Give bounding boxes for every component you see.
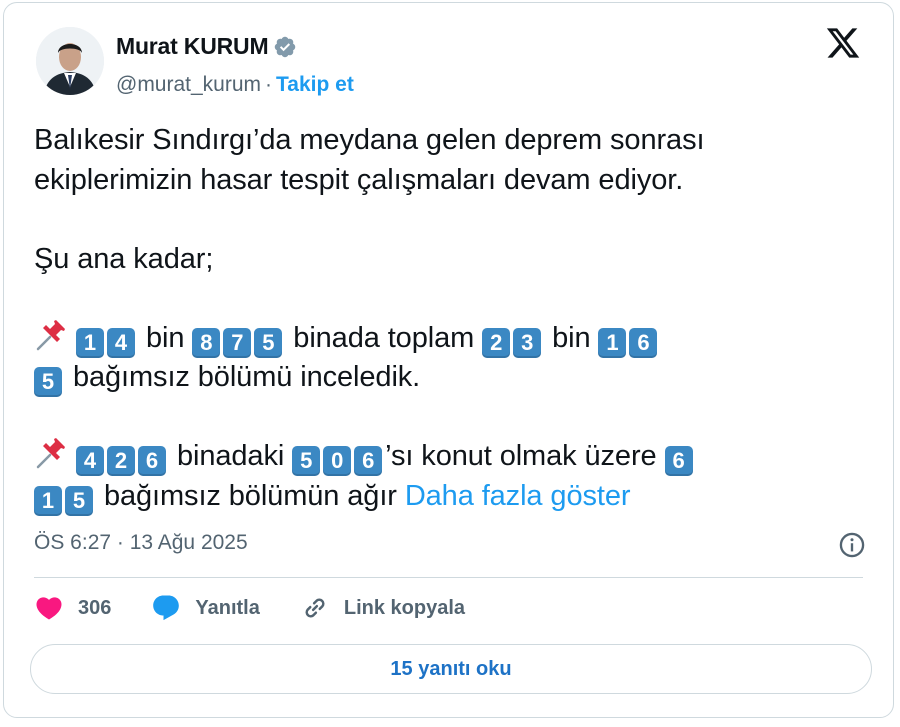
separator-dot: · — [265, 73, 273, 96]
keycap-group: 23 — [482, 322, 544, 358]
tweet-timestamp[interactable]: ÖS 6:27 · 13 Ağu 2025 — [34, 531, 248, 555]
keycap-digit: 1 — [598, 327, 627, 358]
copy-link-button[interactable]: Link kopyala — [300, 593, 465, 623]
keycap-digit: 5 — [65, 485, 93, 516]
keycap-digit: 4 — [107, 327, 135, 358]
author-handle[interactable]: @murat_kurum — [116, 73, 261, 97]
keycap-group: 15 — [34, 480, 96, 516]
author-name[interactable]: Murat KURUM — [116, 33, 269, 60]
tweet-text: Balıkesir Sındırgı’da meydana gelen depr… — [34, 121, 864, 516]
keycap-group: 506 — [292, 440, 385, 476]
like-count: 306 — [78, 596, 112, 619]
tweet-text-segment: binadaki — [169, 440, 293, 472]
keycap-digit: 5 — [292, 446, 321, 476]
keycap-digit: 3 — [513, 327, 542, 358]
divider — [34, 577, 863, 578]
like-button[interactable]: 306 — [34, 593, 111, 623]
keycap-group: 426 — [76, 440, 169, 476]
tweet-text-segment: bin — [138, 321, 193, 354]
show-more-link[interactable]: Daha fazla göster — [405, 480, 631, 512]
link-icon — [305, 598, 325, 618]
keycap-digit: 6 — [629, 327, 658, 358]
tweet-text-segment: ’sı konut olmak üzere — [385, 440, 665, 472]
pushpin-icon — [36, 319, 65, 350]
copy-link-label: Link kopyala — [343, 596, 466, 619]
action-bar: 306 Yanıtla Link kopyala — [34, 593, 505, 623]
keycap-digit: 2 — [482, 327, 511, 358]
tweet-text-segment: binada toplam — [285, 321, 483, 354]
tweet-line: ekiplerimizin hasar tespit çalışmaları d… — [34, 163, 684, 196]
tweet-line: Şu ana kadar; — [34, 242, 214, 275]
author-handle-row: @murat_kurum · Takip et — [116, 73, 354, 97]
tweet-text-segment: bağımsız bölümü inceledik. — [65, 361, 421, 393]
keycap-digit: 5 — [254, 327, 283, 358]
read-replies-label: 15 yanıtı oku — [390, 657, 512, 680]
keycap-digit: 7 — [223, 327, 252, 358]
keycap-group: 16 — [598, 322, 660, 358]
keycap-group: 875 — [192, 322, 285, 358]
author-name-row: Murat KURUM — [116, 33, 297, 60]
heart-icon — [36, 597, 62, 620]
tweet-paragraph-1: 14 bin 875 binada toplam 23 bin 165 bağı… — [34, 319, 864, 398]
keycap-group: 14 — [76, 322, 138, 358]
keycap-digit: 4 — [76, 446, 104, 476]
avatar[interactable] — [36, 27, 104, 95]
tweet-text-segment: bin — [544, 321, 599, 354]
keycap-digit: 5 — [34, 367, 62, 397]
tweet-text-segment: bağımsız bölümün ağır — [96, 479, 405, 512]
info-icon[interactable] — [838, 531, 866, 559]
keycap-digit: 6 — [664, 446, 693, 476]
speech-bubble-icon — [153, 595, 180, 621]
keycap-digit: 1 — [34, 485, 62, 516]
keycap-digit: 0 — [323, 446, 352, 476]
follow-button[interactable]: Takip et — [276, 73, 354, 97]
keycap-digit: 2 — [107, 446, 135, 476]
tweet-line: Balıkesir Sındırgı’da meydana gelen depr… — [34, 124, 705, 156]
keycap-digit: 6 — [354, 446, 383, 476]
keycap-digit: 1 — [76, 327, 104, 358]
tweet-paragraph-2: 426 binadaki 5 0 6’sı konut olmak üzere 61… — [34, 437, 864, 516]
reply-label: Yanıtla — [195, 596, 260, 619]
x-logo-icon[interactable] — [825, 25, 861, 61]
keycap-digit: 6 — [138, 446, 166, 476]
tweet-card: Murat KURUM @murat_kurum · Takip et Balı… — [3, 2, 894, 718]
pushpin-icon — [36, 438, 65, 469]
read-replies-button[interactable]: 15 yanıtı oku — [30, 644, 872, 694]
verified-badge-icon — [275, 36, 296, 57]
keycap-digit: 8 — [192, 327, 221, 358]
reply-button[interactable]: Yanıtla — [151, 593, 260, 623]
